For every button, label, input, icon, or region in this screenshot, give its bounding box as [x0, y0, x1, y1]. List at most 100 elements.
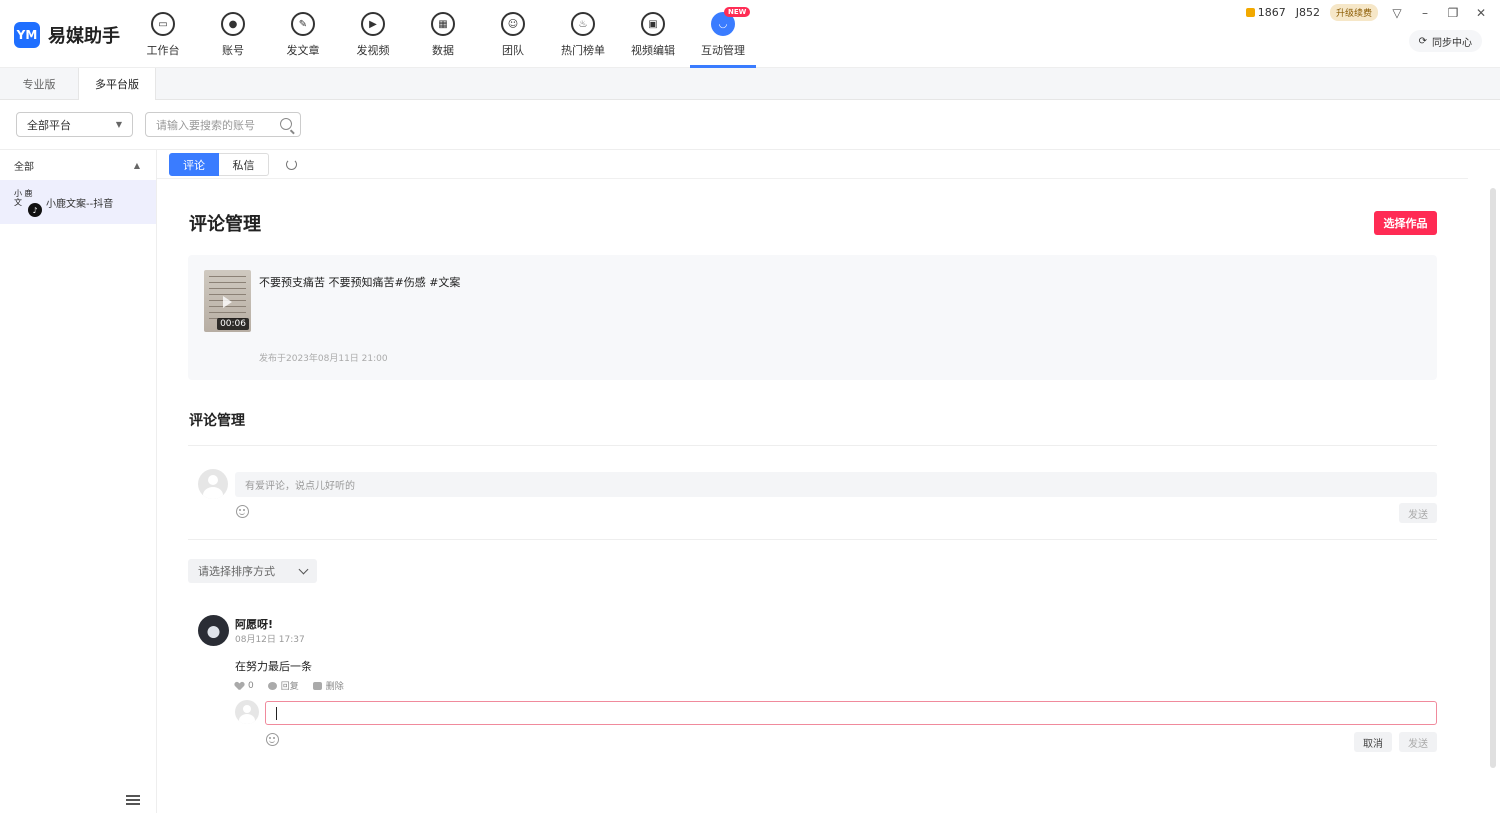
restore-icon[interactable]: ❐ — [1444, 6, 1462, 20]
pen-icon: ✎ — [291, 12, 315, 36]
tiktok-icon: ♪ — [28, 203, 42, 217]
monitor-icon: ▭ — [151, 12, 175, 36]
comment-actions: 0 回复 删除 — [235, 679, 344, 693]
reply-avatar — [235, 700, 259, 724]
nav-label: 热门榜单 — [561, 44, 605, 57]
nav-label: 互动管理 — [701, 44, 745, 57]
emoji-icon[interactable] — [236, 505, 249, 518]
work-publish-date: 发布于2023年08月11日 21:00 — [259, 354, 388, 364]
coin-icon — [1245, 8, 1255, 17]
section-title: 评论管理 — [189, 413, 245, 429]
upgrade-button[interactable]: 升级续费 — [1329, 4, 1378, 21]
cancel-reply-button[interactable]: 取消 — [1354, 732, 1392, 752]
sync-center-button[interactable]: ⟳ 同步中心 — [1408, 30, 1482, 52]
nav-label: 发文章 — [286, 44, 320, 57]
emoji-icon[interactable] — [266, 733, 279, 746]
tab-multi-platform[interactable]: 多平台版 — [78, 68, 156, 100]
send-reply-button[interactable]: 发送 — [1399, 732, 1437, 752]
account-name: 小鹿文案--抖音 — [46, 198, 114, 210]
scrollbar-thumb[interactable] — [1490, 188, 1496, 768]
comment-time: 08月12日 17:37 — [235, 635, 305, 645]
reply-icon — [267, 681, 277, 690]
divider — [188, 445, 1437, 446]
tab-pro[interactable]: 专业版 — [0, 68, 78, 100]
nav-post-video[interactable]: ▶ 发视频 — [338, 0, 408, 68]
search-icon[interactable] — [280, 118, 292, 130]
fire-icon: ♨ — [571, 12, 595, 36]
nav-label: 发视频 — [356, 44, 390, 57]
my-avatar — [198, 469, 228, 499]
trash-icon — [312, 681, 322, 690]
close-icon[interactable]: ✕ — [1472, 6, 1490, 20]
dropdown-icon[interactable]: ▽ — [1388, 6, 1406, 20]
select-work-button[interactable]: 选择作品 — [1374, 211, 1437, 235]
tab-messages[interactable]: 私信 — [219, 153, 269, 176]
sync-icon: ⟳ — [1418, 35, 1427, 47]
sync-label: 同步中心 — [1432, 37, 1472, 49]
app-logo: YM 易媒助手 — [14, 22, 120, 48]
work-title: 不要预支痛苦 不要预知痛苦#伤感 #文案 — [259, 276, 461, 289]
nav-data[interactable]: ▦ 数据 — [408, 0, 478, 68]
sidebar-group-all[interactable]: 全部 ▲ — [0, 150, 156, 180]
nav-hot-list[interactable]: ♨ 热门榜单 — [548, 0, 618, 68]
like-button[interactable]: 0 — [235, 679, 254, 692]
top-bar: YM 易媒助手 ▭ 工作台 ● 账号 ✎ 发文章 ▶ 发视频 ▦ 数据 ☺ 团队… — [0, 0, 1500, 68]
account-search-input[interactable]: 请输入要搜索的账号 — [145, 112, 301, 137]
sort-placeholder: 请选择排序方式 — [198, 565, 275, 578]
nav-label: 数据 — [432, 44, 454, 57]
minimize-icon[interactable]: – — [1416, 6, 1434, 20]
account-sidebar: 全部 ▲ 小 鹿 文 ♪ 小鹿文案--抖音 — [0, 150, 157, 813]
comment-placeholder: 有爱评论，说点儿好听的 — [245, 481, 355, 492]
sidebar-group-label: 全部 — [14, 161, 34, 173]
platform-select[interactable]: 全部平台 ▼ — [16, 112, 133, 137]
nav-interaction[interactable]: ◡ NEW 互动管理 — [688, 0, 758, 68]
delete-button[interactable]: 删除 — [312, 679, 344, 692]
top-right-area: 1867 J852 升级续费 ▽ – ❐ ✕ — [1245, 4, 1490, 21]
work-card: 00:06 不要预支痛苦 不要预知痛苦#伤感 #文案 发布于2023年08月11… — [188, 255, 1437, 380]
heart-icon — [235, 682, 244, 690]
delete-label: 删除 — [325, 682, 344, 692]
divider — [188, 539, 1437, 540]
text-cursor — [276, 707, 277, 720]
version-tabs: 专业版 多平台版 — [0, 68, 1500, 100]
coin-balance[interactable]: 1867 — [1245, 6, 1286, 19]
commenter-name[interactable]: 阿愿呀! — [235, 616, 273, 632]
scrollbar[interactable] — [1487, 180, 1499, 780]
nav-post-article[interactable]: ✎ 发文章 — [268, 0, 338, 68]
reply-input[interactable] — [265, 701, 1437, 725]
refresh-icon[interactable] — [286, 159, 297, 170]
nav-team[interactable]: ☺ 团队 — [478, 0, 548, 68]
nav-label: 工作台 — [146, 44, 180, 57]
play-icon: ▶ — [361, 12, 385, 36]
send-comment-button[interactable]: 发送 — [1399, 503, 1437, 523]
logo-icon: YM — [14, 22, 40, 48]
team-icon: ☺ — [501, 12, 525, 36]
collapse-sidebar-icon[interactable] — [126, 795, 140, 805]
sort-select[interactable]: 请选择排序方式 — [188, 559, 317, 583]
content-tabs: 评论 私信 — [169, 153, 297, 176]
reply-label: 回复 — [280, 682, 299, 692]
nav-label: 账号 — [222, 44, 244, 57]
comment-input[interactable]: 有爱评论，说点儿好听的 — [235, 472, 1437, 497]
new-badge: NEW — [724, 7, 751, 17]
user-icon: ● — [221, 12, 245, 36]
nav-video-edit[interactable]: ▣ 视频编辑 — [618, 0, 688, 68]
video-thumbnail[interactable]: 00:06 — [204, 270, 251, 332]
play-icon — [223, 296, 232, 308]
chevron-down-icon — [298, 564, 309, 574]
points-balance[interactable]: J852 — [1296, 6, 1320, 19]
reply-button[interactable]: 回复 — [267, 679, 299, 692]
caret-down-icon: ▼ — [115, 120, 122, 129]
nav-account[interactable]: ● 账号 — [198, 0, 268, 68]
like-count: 0 — [248, 680, 254, 691]
coin-count: 1867 — [1257, 6, 1286, 19]
main-nav: ▭ 工作台 ● 账号 ✎ 发文章 ▶ 发视频 ▦ 数据 ☺ 团队 ♨ 热门榜单 … — [128, 0, 758, 68]
search-placeholder: 请输入要搜索的账号 — [156, 118, 255, 132]
nav-workbench[interactable]: ▭ 工作台 — [128, 0, 198, 68]
tab-comments[interactable]: 评论 — [169, 153, 219, 176]
nav-label: 团队 — [502, 44, 524, 57]
app-name: 易媒助手 — [48, 26, 120, 47]
commenter-avatar[interactable] — [198, 615, 229, 646]
sidebar-account-item[interactable]: 小 鹿 文 ♪ 小鹿文案--抖音 — [0, 180, 156, 224]
caret-up-icon[interactable]: ▲ — [134, 161, 140, 170]
